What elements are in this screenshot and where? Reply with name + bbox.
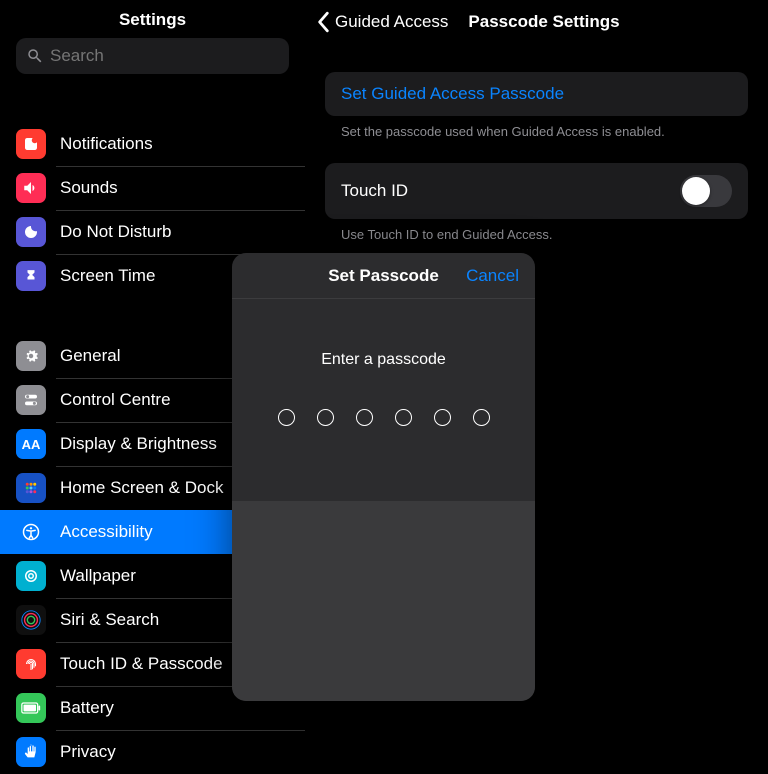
search-icon: [26, 47, 44, 65]
sidebar-item-dnd[interactable]: Do Not Disturb: [0, 210, 305, 254]
hourglass-icon: [16, 261, 46, 291]
sidebar-item-label: Touch ID & Passcode: [60, 654, 223, 674]
passcode-dots: [232, 409, 535, 426]
sidebar-item-label: Home Screen & Dock: [60, 478, 223, 498]
set-passcode-group: Set Guided Access Passcode: [325, 72, 748, 116]
sidebar-title: Settings: [16, 10, 289, 30]
text-size-icon: AA: [16, 429, 46, 459]
passcode-dot: [278, 409, 295, 426]
modal-header: Set Passcode Cancel: [232, 253, 535, 299]
siri-icon: [16, 605, 46, 635]
touchid-footer: Use Touch ID to end Guided Access.: [325, 219, 748, 242]
search-field[interactable]: [16, 38, 289, 74]
passcode-dot: [356, 409, 373, 426]
sidebar-item-label: Siri & Search: [60, 610, 159, 630]
grid-icon: [16, 473, 46, 503]
moon-icon: [16, 217, 46, 247]
chevron-left-icon: [317, 11, 331, 33]
sidebar-item-label: Sounds: [60, 178, 118, 198]
touchid-cell: Touch ID: [325, 163, 748, 219]
set-passcode-footer: Set the passcode used when Guided Access…: [325, 116, 748, 139]
modal-keypad-area[interactable]: [232, 501, 535, 701]
detail-title: Passcode Settings: [468, 12, 619, 32]
sidebar-item-label: Control Centre: [60, 390, 171, 410]
toggles-icon: [16, 385, 46, 415]
cell-label: Touch ID: [341, 181, 408, 201]
passcode-dot: [395, 409, 412, 426]
sidebar-item-label: Accessibility: [60, 522, 153, 542]
fingerprint-icon: [16, 649, 46, 679]
touchid-group: Touch ID: [325, 163, 748, 219]
switch-thumb: [682, 177, 710, 205]
sidebar-item-label: Display & Brightness: [60, 434, 217, 454]
sidebar-item-privacy[interactable]: Privacy: [0, 730, 305, 774]
cancel-button[interactable]: Cancel: [466, 266, 519, 286]
sidebar-item-label: Wallpaper: [60, 566, 136, 586]
search-input[interactable]: [50, 46, 279, 66]
passcode-dot: [317, 409, 334, 426]
accessibility-icon: [16, 517, 46, 547]
set-passcode-modal: Set Passcode Cancel Enter a passcode: [232, 253, 535, 701]
sidebar-item-label: Privacy: [60, 742, 116, 762]
passcode-dot: [473, 409, 490, 426]
passcode-dot: [434, 409, 451, 426]
sidebar-item-notifications[interactable]: Notifications: [0, 122, 305, 166]
notifications-icon: [16, 129, 46, 159]
modal-prompt: Enter a passcode: [232, 351, 535, 369]
detail-nav: Guided Access Passcode Settings: [305, 0, 768, 44]
sidebar-item-label: Do Not Disturb: [60, 222, 171, 242]
sidebar-item-label: Battery: [60, 698, 114, 718]
modal-title: Set Passcode: [328, 266, 439, 286]
sidebar-item-label: Screen Time: [60, 266, 155, 286]
back-label: Guided Access: [335, 12, 448, 32]
sidebar-item-label: General: [60, 346, 120, 366]
sounds-icon: [16, 173, 46, 203]
wallpaper-icon: [16, 561, 46, 591]
back-button[interactable]: Guided Access: [317, 11, 448, 33]
gear-icon: [16, 341, 46, 371]
battery-icon: [16, 693, 46, 723]
sidebar-item-label: Notifications: [60, 134, 153, 154]
sidebar-item-sounds[interactable]: Sounds: [0, 166, 305, 210]
touchid-switch[interactable]: [680, 175, 732, 207]
set-guided-access-passcode[interactable]: Set Guided Access Passcode: [325, 72, 748, 116]
cell-label: Set Guided Access Passcode: [341, 84, 564, 104]
